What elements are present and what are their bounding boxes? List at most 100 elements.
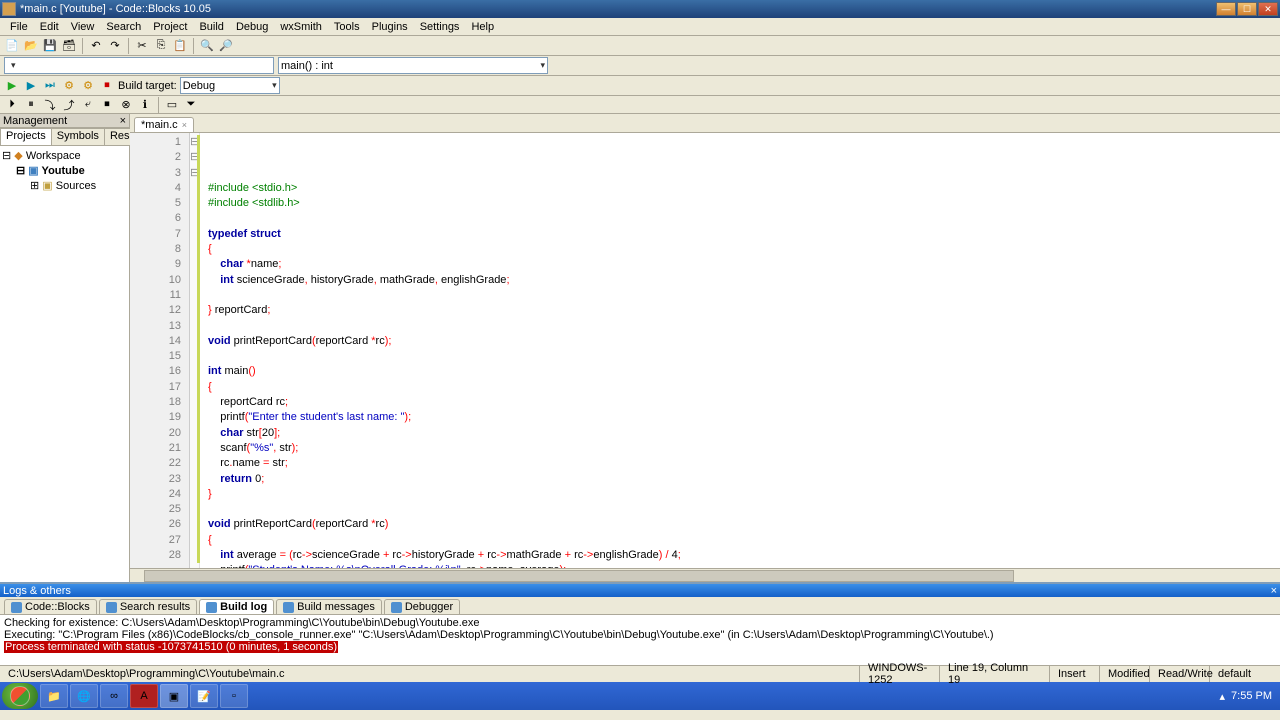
saveall-icon[interactable]: 🗃 bbox=[61, 38, 77, 54]
task-app4[interactable]: ▫ bbox=[220, 684, 248, 708]
step-icon[interactable]: ⏭ bbox=[42, 78, 58, 94]
menu-debug[interactable]: Debug bbox=[230, 21, 274, 33]
build-icon[interactable]: ⚙ bbox=[61, 78, 77, 94]
task-explorer[interactable]: 📁 bbox=[40, 684, 68, 708]
minimize-button[interactable]: — bbox=[1216, 2, 1236, 16]
maximize-button[interactable]: ☐ bbox=[1237, 2, 1257, 16]
code-line[interactable]: printf("Enter the student's last name: "… bbox=[208, 410, 1280, 425]
undo-icon[interactable]: ↶ bbox=[88, 38, 104, 54]
code-line[interactable]: void printReportCard(reportCard *rc) bbox=[208, 517, 1280, 532]
find-icon[interactable]: 🔍 bbox=[199, 38, 215, 54]
code-line[interactable]: char *name; bbox=[208, 257, 1280, 272]
dbg3-icon[interactable]: ⤵ bbox=[42, 97, 58, 113]
build-run-icon[interactable]: ▶ bbox=[23, 78, 39, 94]
tree-project[interactable]: ⊟ ▣ Youtube bbox=[2, 163, 127, 178]
panel-close-icon[interactable]: × bbox=[120, 115, 126, 127]
cut-icon[interactable]: ✂ bbox=[134, 38, 150, 54]
code-line[interactable]: int scienceGrade, historyGrade, mathGrad… bbox=[208, 273, 1280, 288]
tab-symbols[interactable]: Symbols bbox=[51, 128, 105, 145]
menu-plugins[interactable]: Plugins bbox=[366, 21, 414, 33]
dbg5-icon[interactable]: ⤶ bbox=[80, 97, 96, 113]
dbg9-icon[interactable]: ▭ bbox=[164, 97, 180, 113]
tree-sources[interactable]: ⊞ ▣ Sources bbox=[2, 178, 127, 193]
code-line[interactable]: rc.name = str; bbox=[208, 456, 1280, 471]
task-codeblocks[interactable]: ▣ bbox=[160, 684, 188, 708]
rebuild-icon[interactable]: ⚙ bbox=[80, 78, 96, 94]
code-line[interactable]: scanf("%s", str); bbox=[208, 441, 1280, 456]
dbg10-icon[interactable]: ⏷ bbox=[183, 97, 199, 113]
code-line[interactable]: { bbox=[208, 533, 1280, 548]
replace-icon[interactable]: 🔎 bbox=[218, 38, 234, 54]
code-line[interactable]: int main() bbox=[208, 364, 1280, 379]
task-app1[interactable]: ∞ bbox=[100, 684, 128, 708]
run-icon[interactable]: ▶ bbox=[4, 78, 20, 94]
close-button[interactable]: ✕ bbox=[1258, 2, 1278, 16]
log-tab-codeblocks[interactable]: Code::Blocks bbox=[4, 599, 97, 614]
menu-wxsmith[interactable]: wxSmith bbox=[274, 21, 328, 33]
redo-icon[interactable]: ↷ bbox=[107, 38, 123, 54]
tab-projects[interactable]: Projects bbox=[0, 128, 52, 145]
new-icon[interactable]: 📄 bbox=[4, 38, 20, 54]
code-line[interactable] bbox=[208, 211, 1280, 226]
scope-combo[interactable] bbox=[4, 57, 274, 74]
file-tab-close-icon[interactable]: × bbox=[182, 120, 187, 130]
code-line[interactable] bbox=[208, 502, 1280, 517]
tray-arrow-icon[interactable]: ▴ bbox=[1220, 690, 1226, 703]
code-line[interactable]: { bbox=[208, 242, 1280, 257]
code-editor[interactable]: 1234567891011121314151617181920212223242… bbox=[130, 132, 1280, 568]
task-app3[interactable]: 📝 bbox=[190, 684, 218, 708]
code-line[interactable]: reportCard rc; bbox=[208, 395, 1280, 410]
code-line[interactable]: #include <stdlib.h> bbox=[208, 196, 1280, 211]
menu-search[interactable]: Search bbox=[100, 21, 147, 33]
task-chrome[interactable]: 🌐 bbox=[70, 684, 98, 708]
horizontal-scrollbar[interactable] bbox=[130, 568, 1280, 582]
log-tab-buildmessages[interactable]: Build messages bbox=[276, 599, 382, 614]
menu-edit[interactable]: Edit bbox=[34, 21, 65, 33]
scrollbar-thumb[interactable] bbox=[144, 570, 1014, 582]
dbg2-icon[interactable]: ⏸ bbox=[23, 97, 39, 113]
save-icon[interactable]: 💾 bbox=[42, 38, 58, 54]
system-tray[interactable]: ▴ 7:55 PM bbox=[1214, 690, 1279, 703]
code-line[interactable] bbox=[208, 288, 1280, 303]
project-tree[interactable]: ⊟ ◆ Workspace ⊟ ▣ Youtube ⊞ ▣ Sources bbox=[0, 146, 129, 582]
log-tab-debugger[interactable]: Debugger bbox=[384, 599, 460, 614]
code-content[interactable]: #include <stdio.h>#include <stdlib.h> ty… bbox=[200, 133, 1280, 568]
tree-workspace[interactable]: ⊟ ◆ Workspace bbox=[2, 148, 127, 163]
menu-settings[interactable]: Settings bbox=[414, 21, 466, 33]
code-line[interactable]: int average = (rc->scienceGrade + rc->hi… bbox=[208, 548, 1280, 563]
code-line[interactable]: } reportCard; bbox=[208, 303, 1280, 318]
code-line[interactable]: void printReportCard(reportCard *rc); bbox=[208, 334, 1280, 349]
paste-icon[interactable]: 📋 bbox=[172, 38, 188, 54]
menu-tools[interactable]: Tools bbox=[328, 21, 366, 33]
menu-view[interactable]: View bbox=[65, 21, 101, 33]
code-line[interactable]: } bbox=[208, 487, 1280, 502]
code-line[interactable]: #include <stdio.h> bbox=[208, 181, 1280, 196]
build-target-combo[interactable]: Debug bbox=[180, 77, 280, 94]
menu-project[interactable]: Project bbox=[147, 21, 193, 33]
stop-icon[interactable]: ⏹ bbox=[99, 78, 115, 94]
file-tab-main[interactable]: *main.c × bbox=[134, 117, 194, 132]
dbg4-icon[interactable]: ⤴ bbox=[61, 97, 77, 113]
function-combo[interactable]: main() : int bbox=[278, 57, 548, 74]
start-button[interactable] bbox=[2, 683, 38, 709]
open-icon[interactable]: 📂 bbox=[23, 38, 39, 54]
build-log-content[interactable]: Checking for existence: C:\Users\Adam\De… bbox=[0, 615, 1280, 665]
copy-icon[interactable]: ⎘ bbox=[153, 38, 169, 54]
task-pdf[interactable]: A bbox=[130, 684, 158, 708]
code-line[interactable]: { bbox=[208, 380, 1280, 395]
menu-file[interactable]: File bbox=[4, 21, 34, 33]
menu-help[interactable]: Help bbox=[465, 21, 500, 33]
code-line[interactable]: return 0; bbox=[208, 472, 1280, 487]
log-tab-searchresults[interactable]: Search results bbox=[99, 599, 197, 614]
dbg8-icon[interactable]: ℹ bbox=[137, 97, 153, 113]
code-line[interactable] bbox=[208, 319, 1280, 334]
dbg7-icon[interactable]: ⊗ bbox=[118, 97, 134, 113]
log-tab-buildlog[interactable]: Build log bbox=[199, 599, 274, 614]
code-line[interactable]: typedef struct bbox=[208, 227, 1280, 242]
dbg1-icon[interactable]: ⏵ bbox=[4, 97, 20, 113]
code-line[interactable] bbox=[208, 349, 1280, 364]
code-line[interactable]: char str[20]; bbox=[208, 426, 1280, 441]
menu-build[interactable]: Build bbox=[193, 21, 229, 33]
dbg6-icon[interactable]: ⏹ bbox=[99, 97, 115, 113]
logs-close-icon[interactable]: × bbox=[1271, 585, 1277, 597]
